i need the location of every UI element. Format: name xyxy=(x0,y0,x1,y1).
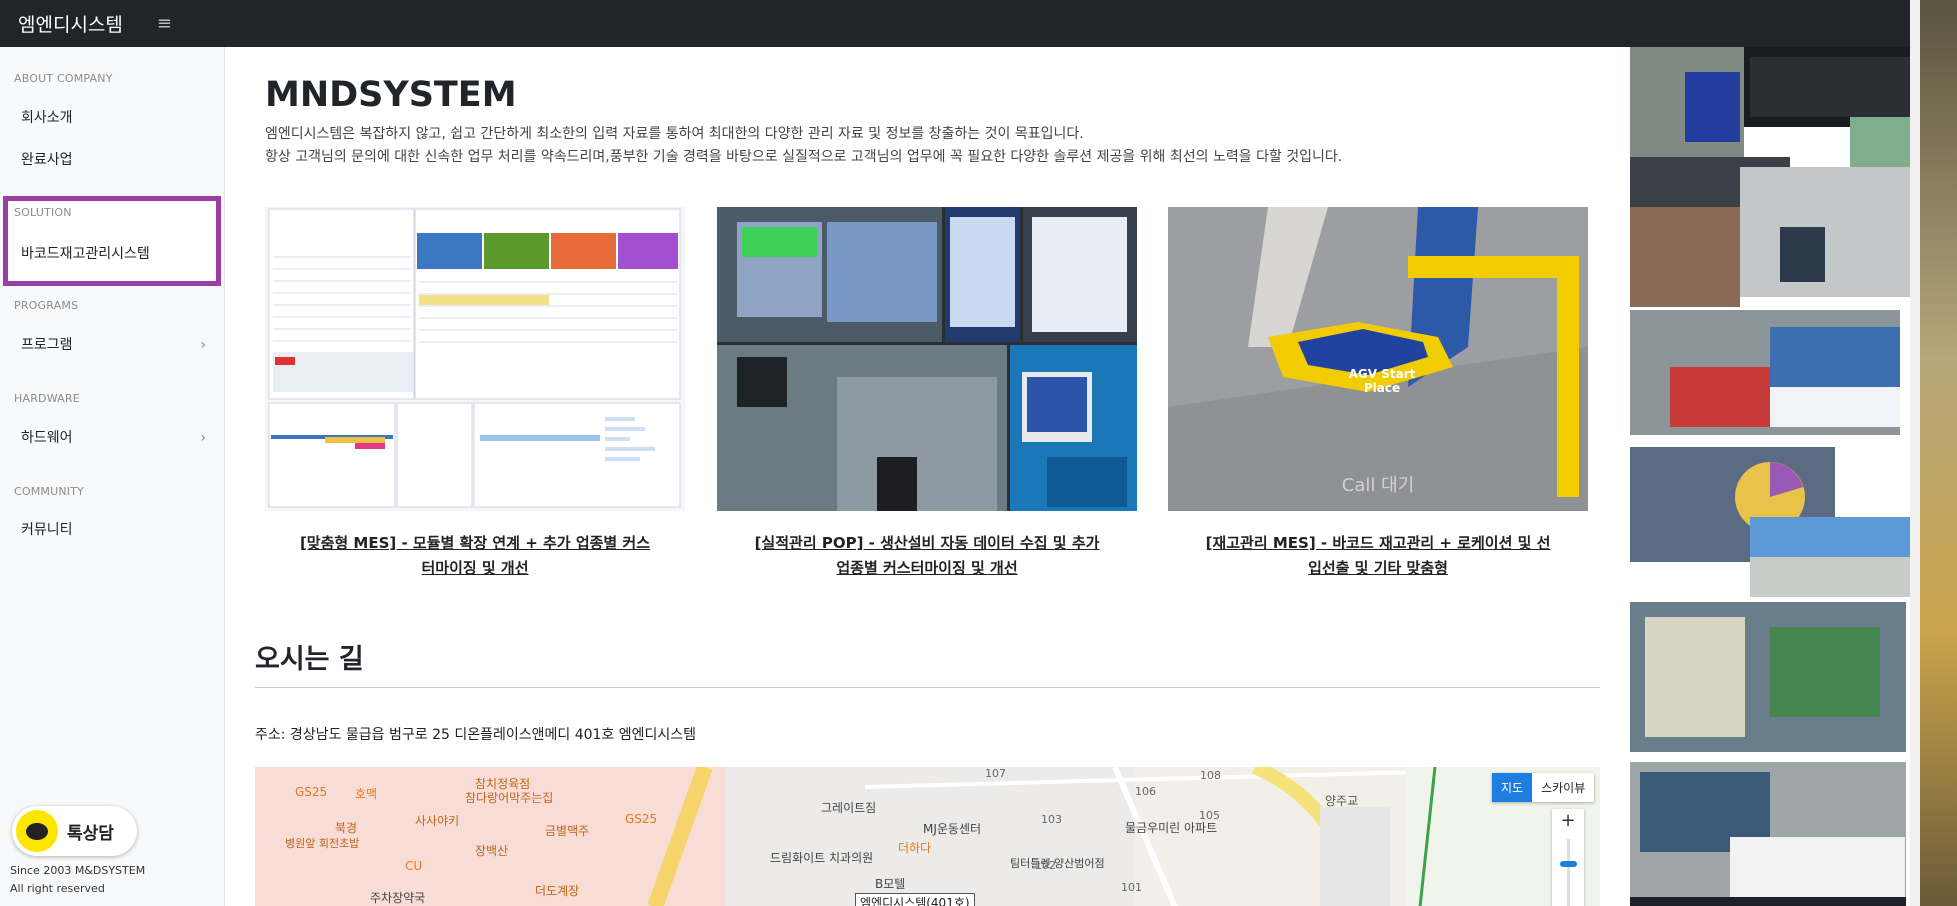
sidebar-heading-hardware: HARDWARE xyxy=(14,392,80,405)
sidebar-item-label: 하드웨어 xyxy=(21,430,73,446)
zoom-slider-handle[interactable] xyxy=(1560,861,1577,867)
card-caption-link[interactable]: [맞춤형 MES] - 모듈별 확장 연계 + 추가 업종별 커스터마이징 및 … xyxy=(265,531,685,581)
sidebar-item-label: 프로그램 xyxy=(21,337,73,353)
map-label: 105 xyxy=(1199,809,1220,822)
map-label: CU xyxy=(405,859,423,873)
kakao-chat-label: 톡상담 xyxy=(67,823,114,844)
intro-text-1: 엠엔디시스템은 복잡하지 않고, 쉽고 간단하게 최소한의 입력 자료를 통하여… xyxy=(265,126,1084,142)
sidebar-item-label: 커뮤니티 xyxy=(21,522,73,538)
map-label: 호맥 xyxy=(355,787,378,801)
sidebar-heading-programs: PROGRAMS xyxy=(14,299,79,312)
map-label: GS25 xyxy=(625,812,658,826)
map-label: 병원앞 회전초밥 xyxy=(285,837,360,850)
sidebar-item-community[interactable]: 커뮤니티 xyxy=(0,519,220,541)
divider xyxy=(255,687,1600,688)
chat-bubble-icon xyxy=(16,810,58,852)
map-label: 금별맥주 xyxy=(545,824,590,838)
map-type-map-button[interactable]: 지도 xyxy=(1492,773,1533,802)
sidebar-heading-solution: SOLUTION xyxy=(14,206,72,219)
map-label: 더도계장 xyxy=(535,884,580,898)
chevron-right-icon: › xyxy=(200,430,206,446)
map-type-skyview-button[interactable]: 스카이뷰 xyxy=(1532,773,1595,802)
sidebar-item-label: 회사소개 xyxy=(21,110,73,126)
zoom-slider-track[interactable] xyxy=(1567,839,1570,906)
mes-screenshot-image[interactable] xyxy=(265,207,685,511)
map-label: 사사야키 xyxy=(415,814,460,828)
kakao-chat-button[interactable]: 톡상담 xyxy=(12,806,137,856)
card-performance-pop: [실적관리 POP] - 생산설비 자동 데이터 수집 및 추가업종별 커스터마… xyxy=(717,207,1137,581)
sidebar-item-barcode-inventory[interactable]: 바코드재고관리시스템 xyxy=(0,243,220,265)
card-caption-link[interactable]: [재고관리 MES] - 바코드 재고관리 + 로케이션 및 선입선출 및 기타… xyxy=(1168,531,1588,581)
card-caption-line: 터마이징 및 개선 xyxy=(421,559,529,577)
directions-heading: 오시는 길 xyxy=(255,644,364,675)
map-label: 102 xyxy=(1035,859,1056,872)
top-navbar: 엠엔디시스템 ≡ xyxy=(0,0,1910,47)
gallery-collage-image[interactable] xyxy=(1630,47,1910,906)
map-label: 주차장약국 xyxy=(370,891,426,905)
zoom-in-button[interactable]: + xyxy=(1552,809,1584,833)
map-label: MJ운동센터 xyxy=(923,822,982,836)
sidebar-heading-about: ABOUT COMPANY xyxy=(14,72,113,85)
map-label: 그레이트짐 xyxy=(821,801,877,815)
card-caption-line: [맞춤형 MES] - 모듈별 확장 연계 + 추가 업종별 커스 xyxy=(299,534,651,552)
sidebar-item-company-intro[interactable]: 회사소개 xyxy=(0,107,220,129)
map-label: 108 xyxy=(1200,769,1221,782)
sidebar-item-label: 바코드재고관리시스템 xyxy=(21,246,150,262)
map-label: 북경 xyxy=(335,821,358,835)
chevron-right-icon: › xyxy=(200,337,206,353)
map-marker-label[interactable]: 엠엔디시스템(401호) xyxy=(855,893,975,906)
map-label: 양주교 xyxy=(1325,794,1359,808)
photo-gallery-panel xyxy=(1630,47,1910,906)
map-label: 106 xyxy=(1135,785,1156,798)
map-label: 107 xyxy=(985,767,1006,780)
sidebar-item-completed-projects[interactable]: 완료사업 xyxy=(0,149,220,171)
brand-logo-text[interactable]: 엠엔디시스템 xyxy=(18,10,123,37)
map-label: 팀터틀렛 양산범어점 xyxy=(1010,857,1105,870)
map-label: 참다랑어막주는집 xyxy=(465,791,554,805)
card-caption-line: [실적관리 POP] - 생산설비 자동 데이터 수집 및 추가 xyxy=(754,534,1100,552)
card-inventory-mes: AGV Start Place Call 대기 [재고관리 MES] - 바코드… xyxy=(1168,207,1588,581)
hamburger-icon[interactable]: ≡ xyxy=(157,13,172,34)
sidebar-item-programs[interactable]: 프로그램 › xyxy=(0,334,220,356)
map-label: 103 xyxy=(1041,813,1062,826)
address-text: 주소: 경상남도 물급읍 범구로 25 디온플레이스앤메디 401호 엠엔디시스… xyxy=(255,727,697,743)
pop-collage-image[interactable] xyxy=(717,207,1137,511)
map-label: 드림화이트 치과의원 xyxy=(770,851,874,865)
card-caption-link[interactable]: [실적관리 POP] - 생산설비 자동 데이터 수집 및 추가업종별 커스터마… xyxy=(717,531,1137,581)
location-map[interactable]: GS25 호맥 참치정육점 참다랑어막주는집 GS25 북경 사사야키 금별맥주… xyxy=(255,767,1600,906)
card-caption-line: 업종별 커스터마이징 및 개선 xyxy=(836,559,1018,577)
sidebar-item-hardware[interactable]: 하드웨어 › xyxy=(0,427,220,449)
page-scrollbar[interactable] xyxy=(1910,0,1920,906)
agv-overlay-text: Call 대기 xyxy=(1341,475,1415,496)
map-type-toggle: 지도 스카이뷰 xyxy=(1492,773,1595,802)
background-photo-strip xyxy=(1920,0,1957,906)
intro-text-2: 항상 고객님의 문의에 대한 신속한 업무 처리를 약속드리며,풍부한 기술 경… xyxy=(265,149,1343,165)
map-label: 더하다 xyxy=(898,841,932,855)
main-content: MNDSYSTEM 엠엔디시스템은 복잡하지 않고, 쉽고 간단하게 최소한의 … xyxy=(225,47,1630,906)
sidebar-heading-community: COMMUNITY xyxy=(14,485,85,498)
sidebar-item-label: 완료사업 xyxy=(21,152,73,168)
agv-sign-text: AGV Start Place xyxy=(1348,367,1416,395)
copyright-line2: All right reserved xyxy=(10,882,105,895)
card-caption-line: 입선출 및 기타 맞춤형 xyxy=(1308,559,1448,577)
copyright-line1: Since 2003 M&DSYSTEM xyxy=(10,864,146,877)
sidebar: ABOUT COMPANY 회사소개 완료사업 SOLUTION 바코드재고관리… xyxy=(0,47,225,906)
map-zoom-control: + xyxy=(1552,809,1584,906)
agv-photo-image[interactable] xyxy=(1168,207,1588,511)
map-label: GS25 xyxy=(295,785,328,799)
map-label: 장백산 xyxy=(475,844,509,858)
card-custom-mes: [맞춤형 MES] - 모듈별 확장 연계 + 추가 업종별 커스터마이징 및 … xyxy=(265,207,685,581)
map-label: B모텔 xyxy=(875,877,906,891)
page-title: MNDSYSTEM xyxy=(265,75,517,115)
map-label: 101 xyxy=(1121,881,1142,894)
card-caption-line: [재고관리 MES] - 바코드 재고관리 + 로케이션 및 선 xyxy=(1205,534,1551,552)
